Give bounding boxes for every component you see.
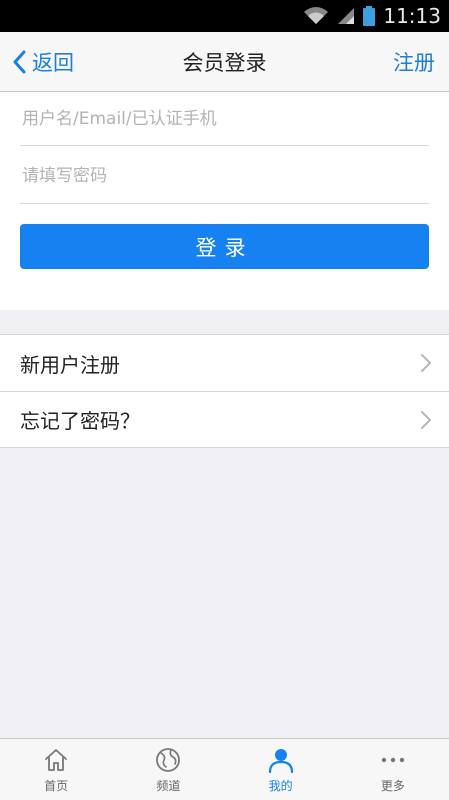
list-item-label: 新用户注册	[20, 352, 120, 377]
list-item-label: 忘记了密码？	[20, 409, 140, 433]
status-bar: 11:13	[0, 0, 449, 32]
tab-more[interactable]: 更多	[337, 739, 449, 800]
signal-icon	[338, 8, 355, 24]
battery-icon	[363, 6, 376, 26]
chevron-left-icon	[13, 50, 26, 74]
chevron-right-icon	[421, 354, 431, 372]
back-button[interactable]: 返回	[12, 32, 74, 92]
tab-label: 我的	[268, 779, 293, 793]
navigation-bar: 返回 会员登录 注册	[0, 32, 449, 92]
tab-label: 更多	[380, 779, 405, 793]
user-icon	[268, 749, 293, 774]
new-user-register-item[interactable]: 新用户注册	[0, 335, 449, 391]
password-field-wrapper	[20, 148, 429, 204]
back-label: 返回	[32, 51, 74, 75]
wifi-icon	[304, 7, 329, 25]
tab-label: 频道	[156, 779, 181, 793]
register-button[interactable]: 注册	[393, 32, 435, 92]
account-links-list: 新用户注册 忘记了密码？	[0, 334, 449, 448]
username-field-wrapper	[20, 92, 429, 146]
more-icon	[381, 757, 405, 763]
tab-mine[interactable]: 我的	[225, 739, 337, 800]
login-form: 登录	[0, 92, 449, 310]
tab-label: 首页	[44, 779, 69, 793]
chevron-right-icon	[421, 411, 431, 429]
login-button[interactable]: 登录	[20, 224, 429, 269]
status-time: 11:13	[383, 4, 441, 28]
tab-channel[interactable]: 频道	[112, 739, 224, 800]
globe-icon	[156, 748, 181, 772]
forgot-password-item[interactable]: 忘记了密码？	[0, 391, 449, 447]
username-input[interactable]	[20, 92, 429, 145]
home-icon	[45, 749, 68, 771]
password-input[interactable]	[20, 148, 429, 203]
tab-home[interactable]: 首页	[0, 739, 112, 800]
bottom-tab-bar: 首页 频道 我的 更多	[0, 738, 449, 800]
